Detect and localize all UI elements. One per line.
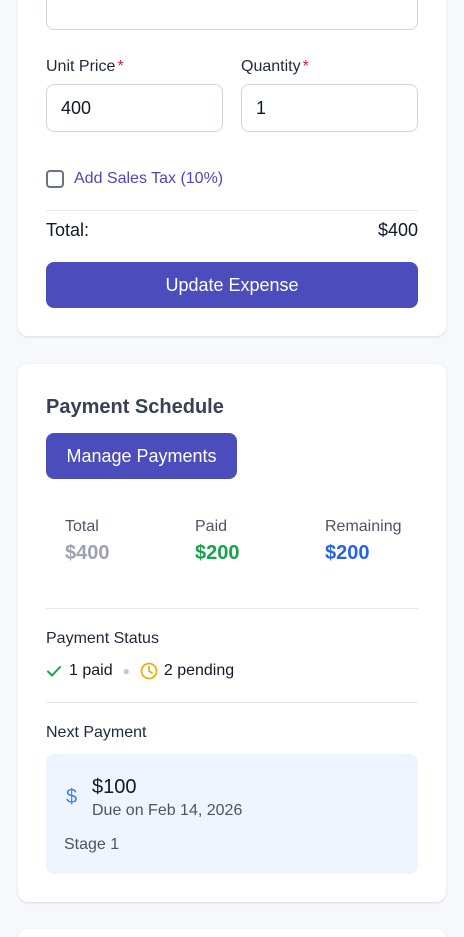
summary-paid-label: Paid [195,518,228,535]
divider [46,702,418,703]
paid-count: 1 paid [69,662,113,679]
next-payment-box: $ $100 Due on Feb 14, 2026 Stage 1 [46,754,418,874]
pending-count: 2 pending [163,662,235,679]
unit-price-label-text: Unit Price [46,58,116,75]
check-icon [47,666,61,677]
unit-price-label: Unit Price * [46,58,124,76]
required-marker: * [117,58,124,75]
description-input[interactable] [46,0,418,30]
payment-schedule-card: Payment Schedule Manage Payments Total $… [18,364,446,902]
summary-remaining-label: Remaining [325,518,402,535]
payment-schedule-title: Payment Schedule [46,396,224,418]
unit-price-value: 400 [61,97,92,118]
next-payment-due: Due on Feb 14, 2026 [92,802,243,819]
summary-total-value: $400 [65,542,110,564]
divider [46,210,418,211]
summary-total-label: Total [65,518,99,535]
total-value: $400 [377,220,418,240]
divider [46,608,418,609]
next-payment-stage: Stage 1 [64,836,120,853]
payment-status-row: 1 paid ● 2 pending [46,662,234,680]
unit-price-input[interactable]: 400 [46,84,223,132]
dollar-icon: $ [66,786,78,808]
payment-status-heading: Payment Status [46,630,159,647]
sales-tax-checkbox[interactable] [46,170,64,188]
manage-payments-button[interactable]: Manage Payments [46,433,237,479]
update-expense-button[interactable]: Update Expense [46,262,418,308]
quantity-label-text: Quantity [241,58,301,75]
next-payment-amount: $100 [92,776,137,798]
sales-tax-label[interactable]: Add Sales Tax (10%) [74,170,223,188]
expense-form-card: Unit Price * Quantity * 400 1 Add Sales Ta… [18,0,446,336]
quantity-label: Quantity * [241,58,309,76]
quantity-input[interactable]: 1 [241,84,418,132]
separator-dot: ● [122,664,130,678]
quantity-value: 1 [256,97,267,118]
summary-remaining: Remaining $200 [325,518,401,565]
clock-icon [140,662,158,680]
summary-total: Total $400 [65,518,110,565]
summary-paid-value: $200 [195,542,240,564]
summary-paid: Paid $200 [195,518,240,565]
total-label: Total: [46,220,90,240]
summary-remaining-value: $200 [325,542,370,564]
required-marker: * [302,58,309,75]
next-payment-heading: Next Payment [46,724,147,741]
sales-tax-toggle[interactable]: Add Sales Tax (10%) [46,170,223,188]
next-card [18,929,446,937]
